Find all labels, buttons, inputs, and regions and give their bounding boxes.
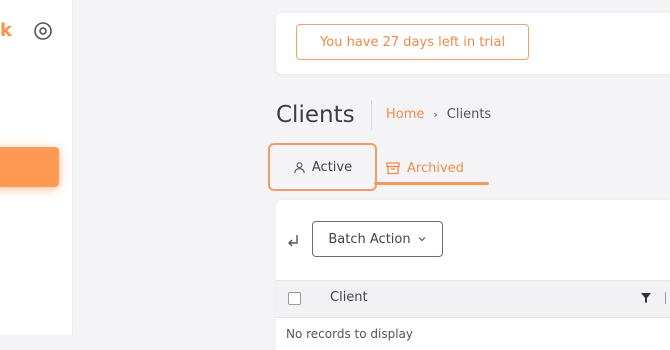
sidebar-active-item[interactable] — [0, 147, 59, 187]
breadcrumb: Home › Clients — [386, 106, 491, 124]
tab-active-label: Active — [311, 159, 353, 175]
trial-message[interactable]: You have 27 days left in trial — [296, 24, 529, 60]
user-icon — [294, 161, 305, 173]
batch-action-button[interactable]: Batch Action — [312, 221, 443, 257]
sidebar: k — [0, 0, 73, 335]
batch-action-label: Batch Action — [328, 231, 411, 247]
chevron-down-icon — [418, 237, 426, 242]
filter-icon[interactable] — [640, 292, 652, 304]
logo-text: k — [0, 20, 12, 41]
target-icon[interactable] — [33, 21, 53, 41]
breadcrumb-current: Clients — [446, 107, 492, 122]
select-all-checkbox[interactable] — [288, 292, 301, 305]
tab-underline — [374, 182, 489, 185]
tab-active[interactable]: Active — [268, 143, 377, 191]
table-header: Client — [276, 280, 670, 318]
clients-table-card: Batch Action Client No records to displa… — [276, 200, 670, 350]
column-separator — [665, 292, 666, 304]
tab-archived[interactable]: Archived — [386, 158, 464, 178]
tab-archived-label: Archived — [407, 160, 464, 176]
page-title: Clients — [276, 102, 355, 128]
breadcrumb-home[interactable]: Home — [386, 106, 424, 124]
title-divider — [371, 100, 372, 130]
trial-banner: You have 27 days left in trial — [276, 13, 670, 74]
empty-message: No records to display — [286, 327, 414, 341]
breadcrumb-separator: › — [433, 108, 438, 121]
return-arrow-icon[interactable] — [286, 233, 302, 249]
archive-icon — [386, 162, 400, 175]
column-header-client[interactable]: Client — [330, 290, 368, 305]
